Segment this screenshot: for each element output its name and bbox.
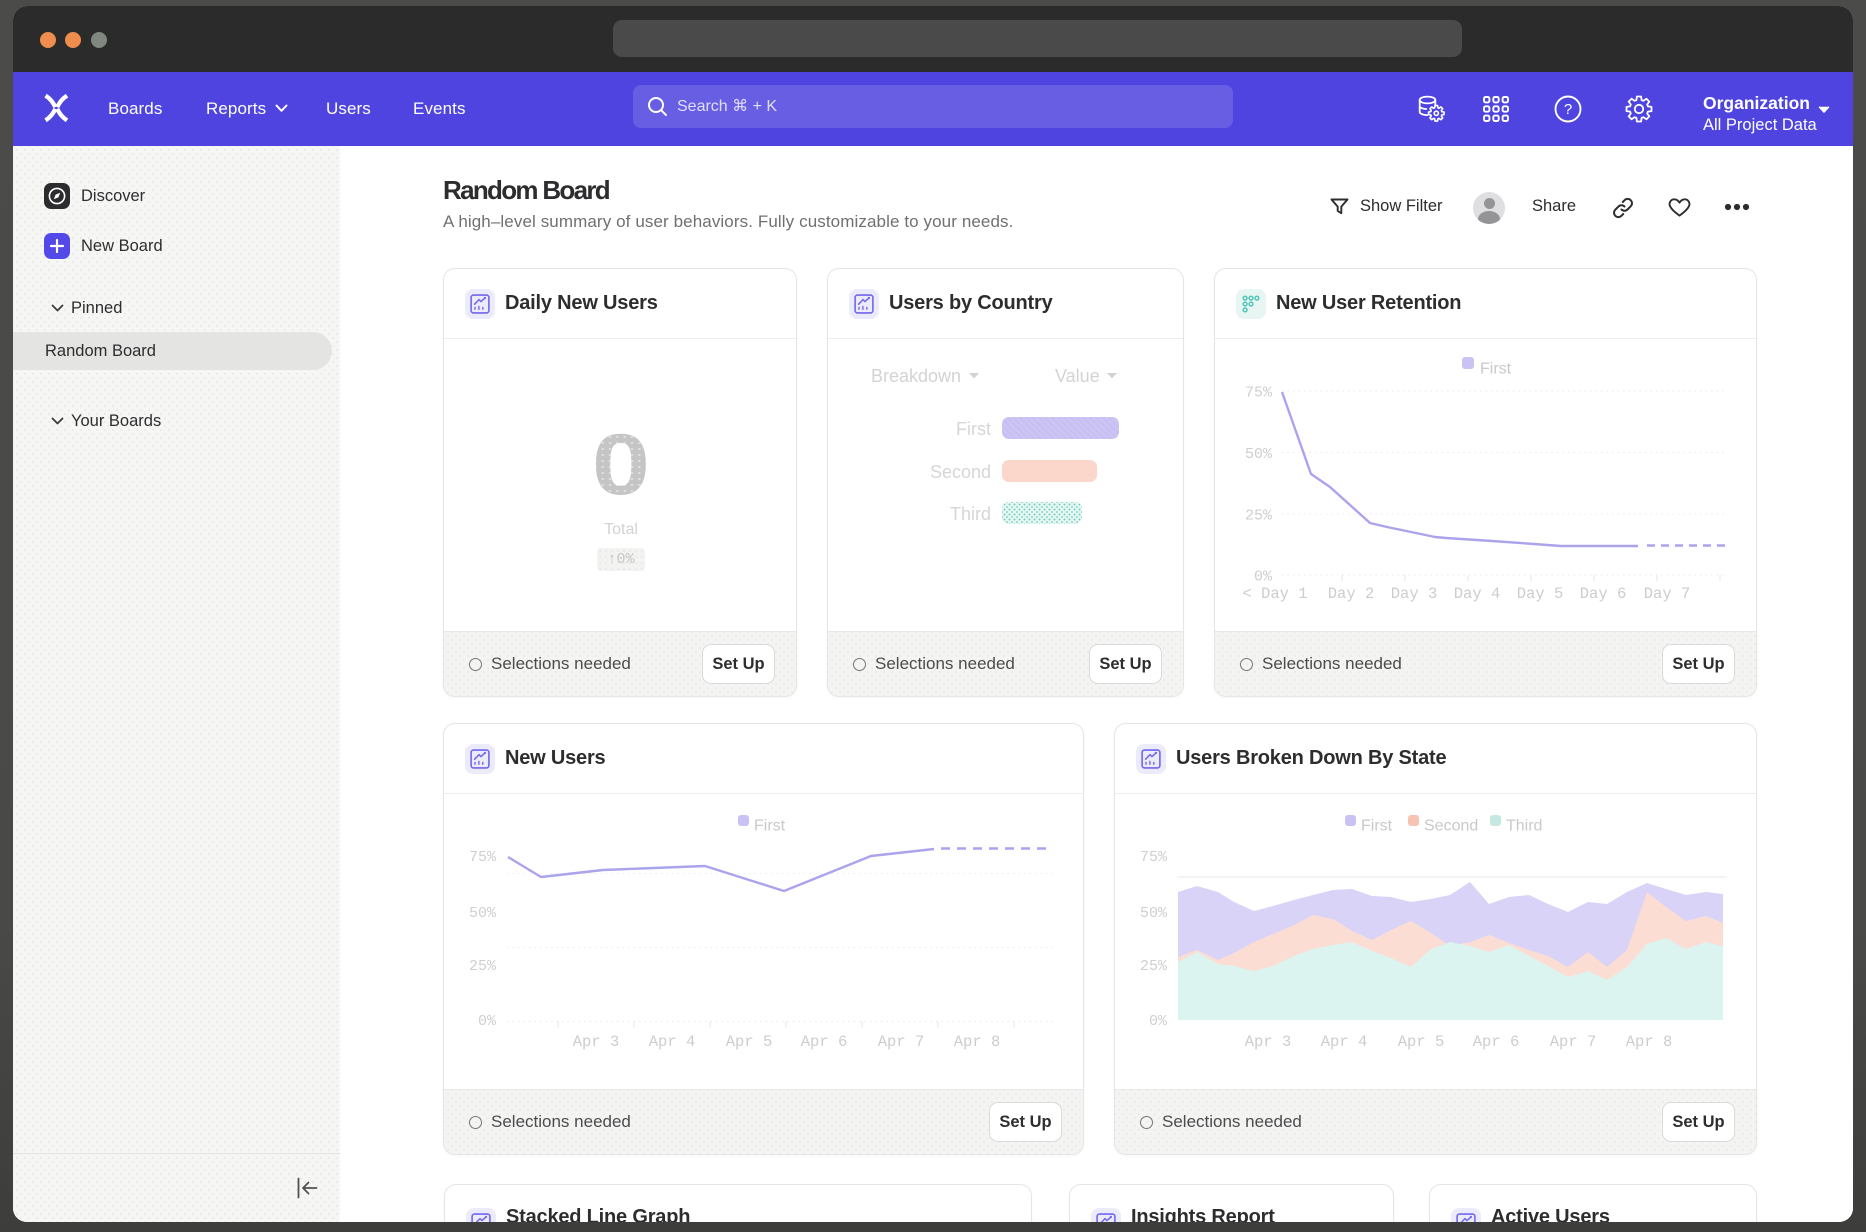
svg-text:Apr 6: Apr 6: [1473, 1033, 1520, 1051]
svg-text:50%: 50%: [1140, 905, 1168, 922]
svg-text:0%: 0%: [1149, 1013, 1168, 1030]
svg-text:Apr 5: Apr 5: [1398, 1033, 1445, 1051]
svg-text:0%: 0%: [1254, 569, 1273, 586]
svg-text:50%: 50%: [1245, 446, 1273, 463]
svg-text:Day 3: Day 3: [1391, 585, 1438, 603]
svg-text:?: ?: [1564, 101, 1572, 118]
svg-text:Day 7: Day 7: [1644, 585, 1691, 603]
svg-text:First: First: [1480, 361, 1512, 378]
svg-text:Apr 7: Apr 7: [1550, 1033, 1597, 1051]
svg-text:Apr 4: Apr 4: [649, 1033, 696, 1051]
svg-text:Day 2: Day 2: [1328, 585, 1375, 603]
svg-text:Apr 6: Apr 6: [801, 1033, 848, 1051]
svg-text:Apr 7: Apr 7: [878, 1033, 925, 1051]
svg-text:Day 6: Day 6: [1580, 585, 1627, 603]
svg-text:Apr 5: Apr 5: [726, 1033, 773, 1051]
svg-text:Day 4: Day 4: [1454, 585, 1501, 603]
svg-text:First: First: [1361, 818, 1393, 835]
svg-text:Day 5: Day 5: [1517, 585, 1564, 603]
svg-text:Apr 3: Apr 3: [1245, 1033, 1292, 1051]
svg-text:25%: 25%: [469, 958, 497, 975]
svg-text:Third: Third: [1506, 818, 1542, 835]
svg-text:75%: 75%: [469, 849, 497, 866]
svg-text:0%: 0%: [478, 1013, 497, 1030]
svg-text:Apr 3: Apr 3: [573, 1033, 620, 1051]
svg-text:First: First: [754, 818, 786, 835]
svg-text:Second: Second: [1424, 818, 1478, 835]
svg-text:25%: 25%: [1245, 508, 1273, 525]
svg-text:< Day 1: < Day 1: [1242, 585, 1307, 603]
svg-text:75%: 75%: [1140, 849, 1168, 866]
svg-text:Apr 4: Apr 4: [1321, 1033, 1368, 1051]
svg-text:75%: 75%: [1245, 385, 1273, 402]
svg-text:50%: 50%: [469, 905, 497, 922]
svg-text:Apr 8: Apr 8: [1626, 1033, 1673, 1051]
svg-text:Apr 8: Apr 8: [954, 1033, 1001, 1051]
svg-text:25%: 25%: [1140, 958, 1168, 975]
